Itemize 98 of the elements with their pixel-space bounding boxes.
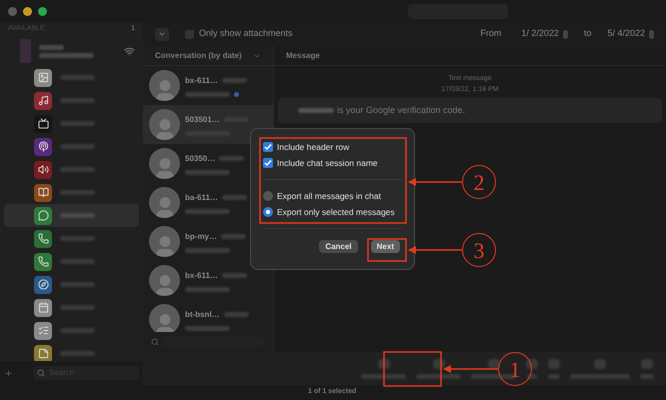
blurred-text — [185, 248, 230, 252]
to-label: to — [584, 27, 592, 40]
blurred-text — [548, 374, 560, 379]
conversation-item[interactable]: 503501… — [143, 105, 273, 144]
message-bubble[interactable]: is your Google verification code. — [278, 98, 662, 123]
blurred-text — [185, 326, 230, 330]
blurred-text — [60, 213, 95, 218]
blurred-text — [221, 234, 246, 239]
blurred-text — [60, 98, 95, 103]
blurred-text — [527, 374, 537, 379]
blurred-text — [640, 374, 654, 379]
podcast-icon — [34, 138, 52, 156]
blurred-text — [222, 273, 247, 278]
checkbox[interactable] — [263, 158, 273, 168]
toolbar-icon[interactable] — [488, 359, 500, 369]
blurred-text — [219, 156, 244, 161]
blurred-text — [185, 286, 230, 292]
phone-thumbnail-icon — [20, 39, 31, 63]
option-label: Include chat session name — [277, 156, 378, 170]
search-icon — [151, 338, 159, 346]
wifi-icon — [124, 46, 135, 56]
blurred-text — [298, 108, 334, 113]
add-icon[interactable] — [4, 368, 13, 378]
calendar-icon — [34, 298, 52, 316]
tv-icon — [34, 114, 52, 132]
avatar-icon — [149, 304, 180, 332]
chat-bubble-icon — [34, 206, 52, 224]
collapse-button[interactable] — [155, 28, 169, 40]
option-label: Export only selected messages — [277, 206, 395, 218]
contact-name: bx-611… — [185, 270, 218, 282]
blurred-text — [60, 144, 95, 149]
blurred-text — [39, 44, 64, 50]
arrow — [408, 246, 462, 254]
note-icon — [34, 344, 52, 361]
contact-name: bp-my… — [185, 230, 217, 242]
blurred-text — [60, 282, 95, 287]
avatar-icon — [149, 148, 180, 179]
blurred-text — [60, 121, 95, 126]
column-header[interactable]: Conversation (by date) — [155, 50, 242, 62]
blurred-text — [224, 312, 249, 317]
step-number: 1 — [498, 352, 532, 386]
step-number: 2 — [462, 165, 496, 199]
to-date-field[interactable]: 5/ 4/2022 — [607, 27, 654, 41]
blurred-text — [60, 236, 95, 241]
compass-icon — [34, 276, 52, 294]
option-label: Export all messages in chat — [277, 190, 381, 202]
avatar-icon — [149, 265, 180, 296]
highlight-frame — [383, 351, 442, 387]
blurred-text — [185, 208, 230, 214]
contact-name: bt-bsnl… — [185, 308, 220, 320]
blurred-text — [60, 259, 95, 264]
contact-name: ba-611… — [185, 192, 218, 204]
blurred-text — [222, 195, 247, 200]
radio-button[interactable] — [263, 191, 273, 201]
blurred-text — [185, 170, 230, 174]
blurred-text — [60, 190, 95, 195]
blurred-text — [60, 351, 95, 356]
blurred-text — [60, 167, 95, 172]
blurred-text — [416, 374, 461, 379]
cancel-button[interactable]: Cancel — [319, 240, 358, 253]
step-number: 3 — [462, 233, 496, 267]
search-icon — [37, 369, 45, 377]
blurred-text — [222, 78, 247, 83]
blurred-text — [60, 328, 95, 333]
photos-icon — [34, 68, 52, 86]
chat-phone-icon — [34, 230, 52, 248]
contact-name: bx-611… — [185, 74, 218, 86]
blurred-text — [60, 75, 95, 80]
checklist-icon — [34, 322, 52, 340]
toolbar-icon[interactable] — [526, 359, 538, 369]
from-label: From — [480, 27, 502, 40]
blurred-text — [185, 92, 230, 96]
arrow — [443, 365, 498, 373]
book-icon — [34, 184, 52, 202]
speaker-icon — [34, 160, 52, 178]
music-note-icon — [34, 92, 52, 110]
avatar-icon — [149, 226, 180, 257]
option-label: Include header row — [277, 140, 350, 154]
blurred-text — [39, 52, 94, 58]
chevron-icon — [158, 30, 166, 38]
contact-name: 503501… — [185, 114, 220, 126]
blurred-text — [570, 374, 630, 379]
blurred-text — [361, 374, 406, 379]
column-header: Message — [286, 50, 320, 62]
avatar-icon — [149, 109, 180, 140]
highlight-frame — [367, 238, 407, 262]
contact-name: 50350… — [185, 152, 216, 164]
attachments-checkbox[interactable]: Only show attachments — [185, 27, 293, 41]
checkbox[interactable] — [263, 142, 273, 152]
phone-icon — [34, 252, 52, 270]
radio-button[interactable] — [263, 207, 273, 217]
from-date-field[interactable]: 1/ 2/2022 — [521, 27, 568, 41]
blurred-text — [60, 305, 95, 310]
avatar-icon — [149, 187, 180, 218]
next-button[interactable]: Next — [370, 240, 400, 253]
sidebar-item[interactable] — [4, 204, 139, 227]
avatar-icon — [149, 70, 180, 101]
arrow — [408, 178, 462, 186]
